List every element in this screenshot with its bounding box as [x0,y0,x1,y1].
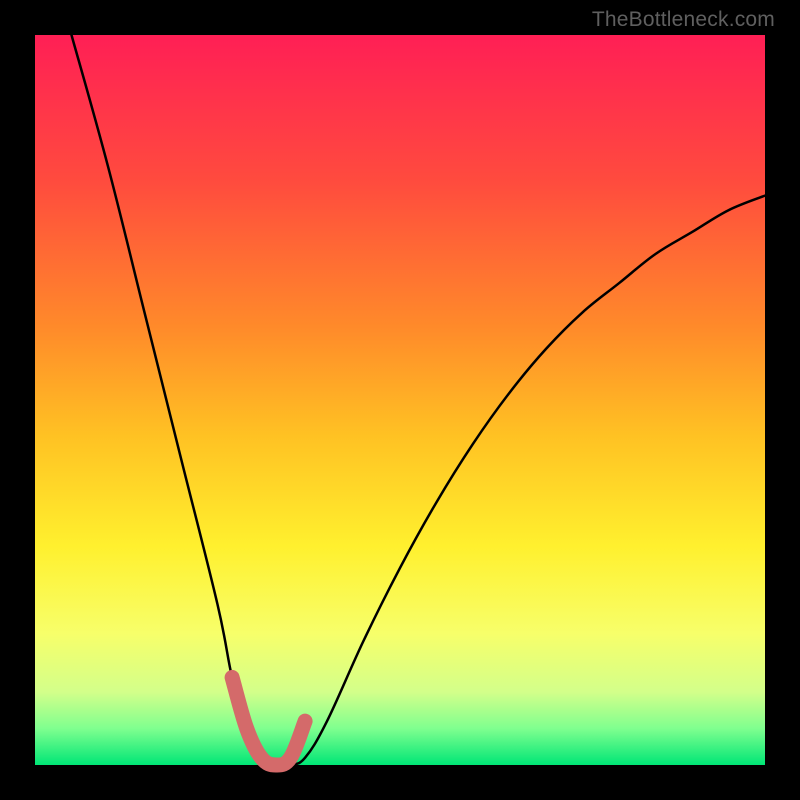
plot-area [35,35,765,765]
frame: TheBottleneck.com [0,0,800,800]
bottleneck-curve [72,35,766,766]
optimal-band [232,677,305,765]
chart-curve-layer [35,35,765,765]
watermark: TheBottleneck.com [592,8,775,32]
